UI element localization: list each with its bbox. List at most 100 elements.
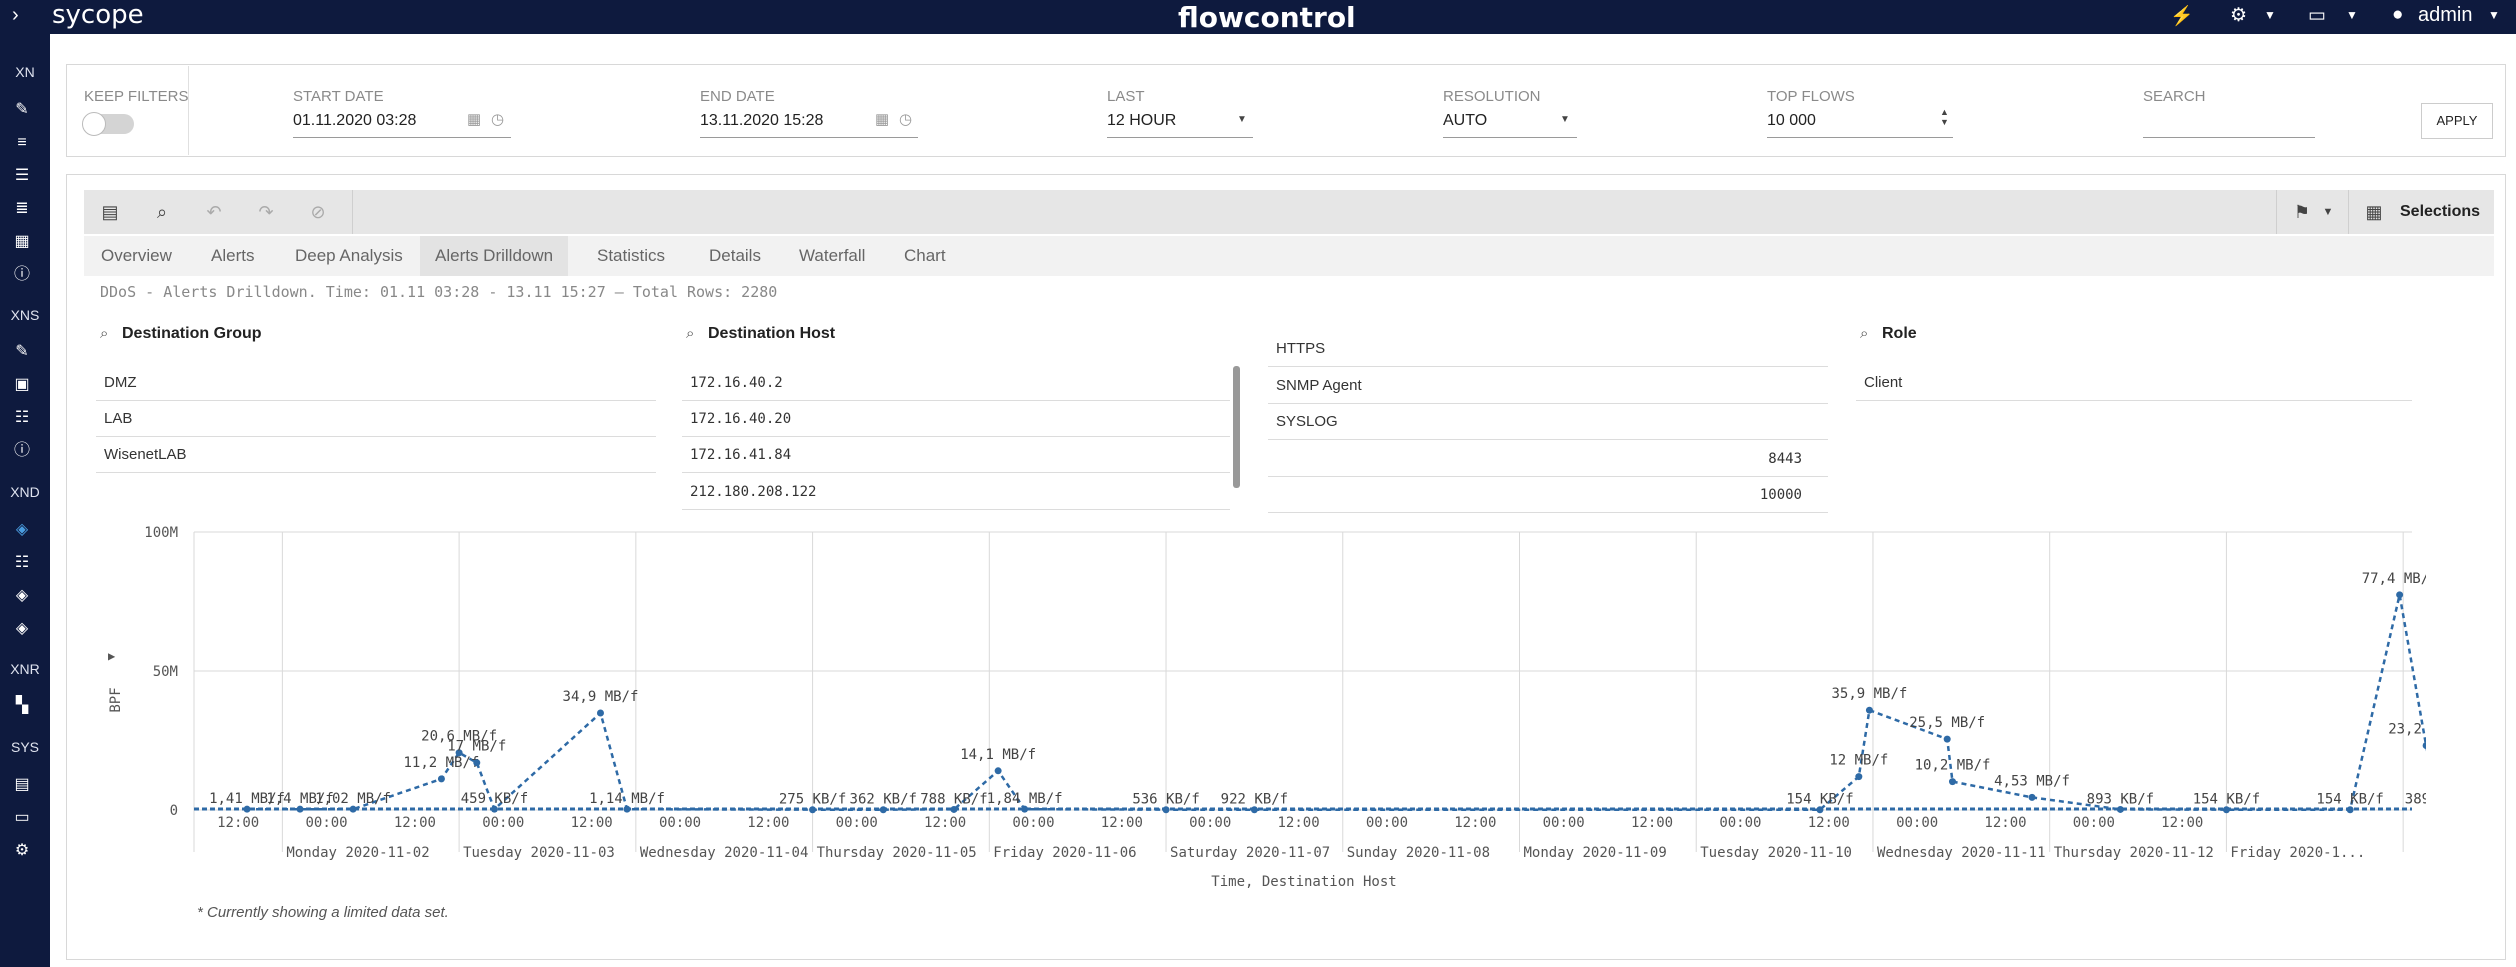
layers-icon[interactable]: ◈ [13,621,31,637]
data-point [1855,773,1863,781]
tab-chart[interactable]: Chart [889,236,961,276]
top-flows-underline [1767,137,1953,138]
selections-button[interactable]: Selections [2400,190,2480,234]
list-item[interactable]: SYSLOG [1268,404,1828,440]
x-tick-label: 12:00 [924,815,966,831]
x-tick-label: 12:00 [571,815,613,831]
x-tick-label: 12:00 [1278,815,1320,831]
calendar-icon[interactable]: ▦ [13,234,31,250]
end-date-input[interactable]: 13.11.2020 15:28 [700,112,823,130]
last-chevron-down-icon[interactable]: ▼ [1237,114,1247,125]
no-signal-icon[interactable]: ⚡ [2170,4,2194,28]
layers-icon[interactable]: ◈ [13,588,31,604]
data-point [2422,742,2430,750]
chat-chevron-down-icon[interactable]: ▼ [2346,8,2358,22]
x-tick-label: 00:00 [836,815,878,831]
x-day-label: Tuesday 2020-11-03 [463,845,615,861]
info-icon[interactable]: ⓘ [13,443,31,459]
archive-icon[interactable]: ▤ [88,190,132,234]
search-icon[interactable]: ⌕ [1860,325,1868,342]
list-item[interactable]: SNMP Agent [1268,368,1828,404]
sidebar-section-xn: XN [15,64,35,80]
list-item[interactable]: WisenetLAB [96,437,656,473]
top-bar: › sycope flowcontrol ⚡ ⚙ ▼ ▭ ▼ ● admin ▼ [0,0,2516,34]
user-chevron-down-icon[interactable]: ▼ [2488,8,2500,22]
data-point [2028,793,2036,801]
step-forward-icon[interactable]: ↷ [244,190,288,234]
chat-icon[interactable]: ▭ [2308,4,2326,27]
clock-icon[interactable]: ◷ [899,110,912,128]
alerts-layers-icon[interactable]: ◈ [13,522,31,538]
bullet-list-icon[interactable]: ☷ [13,410,31,426]
dashboard-icon[interactable]: ✎ [13,102,31,118]
list-item[interactable]: 10000 [1268,477,1828,513]
tab-alerts[interactable]: Alerts [196,236,269,276]
tab-statistics[interactable]: Statistics [582,236,680,276]
data-label: 10,2 MB/f [1915,758,1991,774]
book-icon[interactable]: ▤ [13,777,31,793]
edit-icon[interactable]: ✎ [13,344,31,360]
app-logo[interactable]: sycope [52,0,144,30]
list-item[interactable]: HTTPS [1268,331,1828,367]
search-icon[interactable]: ⌕ [686,325,694,342]
list-item[interactable]: 172.16.40.2 [682,365,1230,401]
calendar-icon[interactable]: ▦ [875,110,889,128]
x-tick-label: 00:00 [1012,815,1054,831]
scrollbar[interactable] [1233,366,1240,488]
table-icon[interactable]: ☰ [13,168,31,184]
stack-icon[interactable]: ≣ [13,201,31,217]
keep-filters-toggle[interactable] [82,112,134,136]
role-title: Role [1882,325,1917,342]
start-date-input[interactable]: 01.11.2020 03:28 [293,112,416,130]
grid-icon[interactable]: ▚ [13,698,31,714]
calendar-icon[interactable]: ▦ [467,110,481,128]
list-item[interactable]: 172.16.40.20 [682,401,1230,437]
user-icon[interactable]: ● [2392,4,2403,26]
x-tick-label: 12:00 [2161,815,2203,831]
x-tick-label: 12:00 [1984,815,2026,831]
settings-chevron-down-icon[interactable]: ▼ [2264,8,2276,22]
x-tick-label: 00:00 [2073,815,2115,831]
tab-waterfall[interactable]: Waterfall [784,236,880,276]
data-label: 1,14 MB/f [589,791,665,807]
top-flows-stepper-icon[interactable]: ▲ ▼ [1940,107,1949,127]
selections-grid-icon[interactable]: ▦ [2352,190,2396,234]
list-icon[interactable]: ≡ [13,135,31,151]
tab-deep-analysis[interactable]: Deep Analysis [280,236,418,276]
smart-search-icon[interactable]: ⌕ [140,190,184,234]
bpf-line-chart[interactable]: 100M 50M 0 12:00 00:00 12:00 00:00 12:00 00:00 12… [96,520,2516,900]
search-icon[interactable]: ⌕ [100,325,108,342]
info-icon[interactable]: ⓘ [13,267,31,283]
last-select[interactable]: 12 HOUR [1107,112,1176,130]
sidebar: XN ✎ ≡ ☰ ≣ ▦ ⓘ XNS ✎ ▣ ☷ ⓘ XND ◈ ☷ ◈ ◈ X… [0,34,50,967]
data-point [994,767,1002,775]
list-item[interactable]: DMZ [96,365,656,401]
bookmark-chevron-down-icon[interactable]: ▼ [2306,190,2350,234]
top-flows-input[interactable]: 10 000 [1767,112,1816,130]
tab-details[interactable]: Details [694,236,776,276]
list-item[interactable]: Client [1856,365,2412,401]
expand-sidebar-icon[interactable]: › [12,4,19,27]
tab-alerts-drilldown[interactable]: Alerts Drilldown [420,236,569,276]
image-icon[interactable]: ▣ [13,377,31,393]
step-back-icon[interactable]: ↶ [192,190,236,234]
user-name[interactable]: admin [2418,4,2472,27]
list-item[interactable]: 8443 [1268,441,1828,477]
resolution-chevron-down-icon[interactable]: ▼ [1560,114,1570,125]
list-item[interactable]: 172.16.41.84 [682,437,1230,473]
bullet-list-icon[interactable]: ☷ [13,555,31,571]
y-axis-label: BPF [108,687,124,712]
x-day-label: Friday 2020-1... [2230,845,2365,861]
apply-button[interactable]: APPLY [2421,103,2493,139]
gear-icon[interactable]: ⚙ [2230,4,2247,27]
list-item[interactable]: 212.180.208.122 [682,474,1230,510]
monitor-icon[interactable]: ▭ [13,810,31,826]
clear-selections-icon[interactable]: ⊘ [296,190,340,234]
resolution-select[interactable]: AUTO [1443,112,1487,130]
search-underline [2143,137,2315,138]
tab-overview[interactable]: Overview [86,236,187,276]
cog-icon[interactable]: ⚙ [13,843,31,859]
list-item[interactable]: LAB [96,401,656,437]
top-flows-label: TOP FLOWS [1767,88,1855,105]
clock-icon[interactable]: ◷ [491,110,504,128]
